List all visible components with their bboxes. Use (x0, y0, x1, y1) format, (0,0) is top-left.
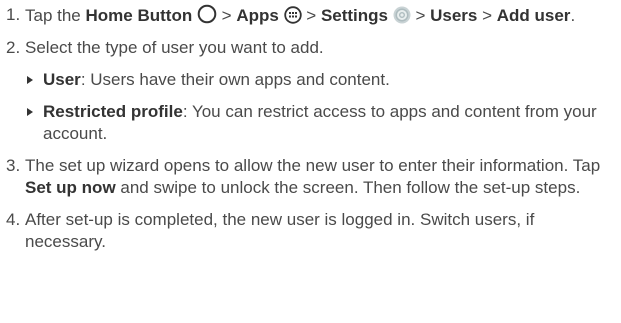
separator: > (410, 6, 431, 25)
step-text: The set up wizard opens to allow the new… (25, 156, 601, 175)
option-label: User (43, 70, 81, 89)
step-text: Select the type of user you want to add. (25, 38, 324, 57)
step-text: After set-up is completed, the new user … (25, 210, 535, 251)
separator: > (301, 6, 321, 25)
separator: > (477, 6, 497, 25)
instructions: 1. Tap the Home Button > Apps > Settings… (6, 4, 618, 263)
settings-gear-icon (393, 6, 411, 24)
add-user-label: Add user (496, 6, 571, 25)
step-3: 3. The set up wizard opens to allow the … (6, 155, 618, 199)
users-label: Users (430, 6, 478, 25)
option-text: : Users have their own apps and content. (80, 70, 390, 89)
option-label: Restricted profile (43, 102, 183, 121)
apps-label: Apps (236, 6, 279, 25)
step-4: 4. After set-up is completed, the new us… (6, 209, 618, 253)
step-number: 1. (6, 5, 21, 24)
step-text: and swipe to unlock the screen. Then fol… (115, 178, 581, 197)
step-number: 3. (6, 156, 21, 175)
bullet-arrow-icon (27, 76, 33, 84)
separator: > (216, 6, 237, 25)
step-text: Tap the (25, 6, 86, 25)
home-button-label: Home Button (85, 6, 193, 25)
bullet-arrow-icon (27, 108, 33, 116)
step-2: 2. Select the type of user you want to a… (6, 37, 618, 59)
home-circle-icon (197, 4, 217, 24)
step-number: 2. (6, 38, 21, 57)
punctuation: . (570, 6, 576, 25)
settings-label: Settings (320, 6, 388, 25)
apps-grid-icon (283, 6, 302, 24)
option-restricted-profile: Restricted profile: You can restrict acc… (6, 101, 618, 145)
option-user: User: Users have their own apps and cont… (6, 69, 618, 91)
step-1: 1. Tap the Home Button > Apps > Settings… (6, 4, 618, 27)
step-number: 4. (6, 210, 21, 229)
set-up-now-label: Set up now (25, 178, 116, 197)
